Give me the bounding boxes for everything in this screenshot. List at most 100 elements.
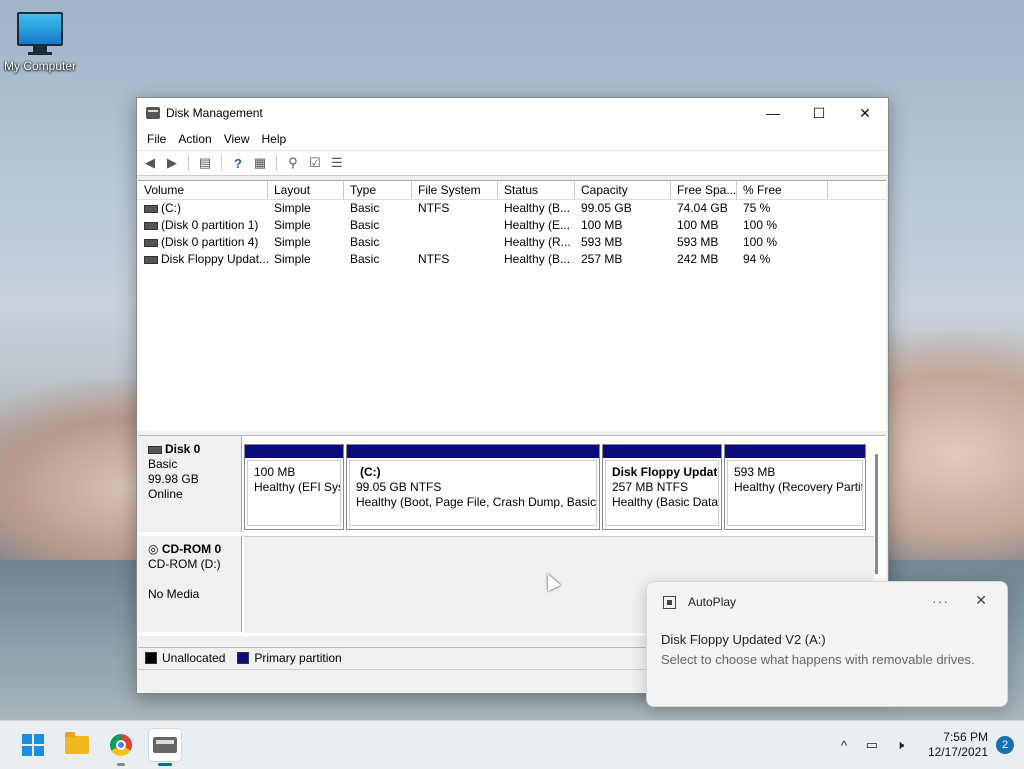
disk0-partitions: 100 MB Healthy (EFI Syst (C:) 99.05 GB N… — [244, 444, 868, 530]
show-hidden-icons-chevron-icon[interactable]: ^ — [832, 738, 856, 753]
network-icon[interactable]: ▭ — [860, 737, 884, 753]
title-bar[interactable]: Disk Management — ☐ ✕ — [137, 98, 888, 128]
cell-volume: (Disk 0 partition 1) — [161, 218, 259, 232]
cell-layout: Simple — [274, 252, 311, 266]
cell-status: Healthy (B... — [504, 201, 571, 215]
partition-status: Healthy (Boot, Page File, Crash Dump, Ba… — [356, 495, 597, 509]
partition-name: (C:) — [360, 465, 381, 479]
maximize-button[interactable]: ☐ — [796, 98, 842, 128]
cell-free: 74.04 GB — [677, 201, 728, 215]
taskbar-chrome[interactable] — [105, 729, 137, 766]
minimize-button[interactable]: — — [750, 98, 796, 128]
cell-fs: NTFS — [418, 201, 450, 215]
legend-primary: Primary partition — [254, 650, 342, 665]
cell-status: Healthy (E... — [504, 218, 571, 232]
volume-muted-icon[interactable]: 🕨 — [888, 737, 912, 753]
cell-fs — [412, 234, 498, 251]
disk0-state: Online — [148, 487, 183, 501]
help-icon[interactable]: ? — [229, 154, 247, 172]
cdrom-label[interactable]: ◎ CD-ROM 0 CD-ROM (D:) No Media — [138, 536, 242, 632]
windows-logo-icon — [22, 734, 44, 756]
vertical-scrollbar[interactable] — [875, 454, 878, 574]
clock-date: 12/17/2021 — [927, 745, 988, 759]
volume-list: Volume Layout Type File System Status Ca… — [138, 180, 886, 431]
connect-disk-icon[interactable]: ⚲ — [284, 154, 302, 172]
disk0-size: 99.98 GB — [148, 472, 199, 486]
cdrom-drive: CD-ROM (D:) — [148, 557, 221, 571]
check-icon[interactable]: ☑ — [306, 154, 324, 172]
partition-size: 100 MB — [254, 465, 296, 479]
disk0-type: Basic — [148, 457, 178, 471]
toast-close-button[interactable]: ✕ — [975, 592, 987, 609]
partition-efi[interactable]: 100 MB Healthy (EFI Syst — [244, 444, 344, 530]
autoplay-notification[interactable]: AutoPlay ··· ✕ Disk Floppy Updated V2 (A… — [646, 581, 1008, 707]
column-status[interactable]: Status — [498, 181, 575, 199]
monitor-icon — [17, 12, 63, 46]
taskbar-file-explorer[interactable] — [61, 729, 93, 761]
cell-layout: Simple — [274, 218, 311, 232]
table-row[interactable]: Disk Floppy Updat... Simple Basic NTFS H… — [138, 251, 886, 268]
menu-file[interactable]: File — [141, 132, 172, 146]
cell-status: Healthy (B... — [504, 252, 571, 266]
menu-action[interactable]: Action — [172, 132, 217, 146]
forward-arrow-icon[interactable]: ▶ — [163, 154, 181, 172]
cell-volume: (C:) — [161, 201, 181, 215]
primary-swatch — [237, 651, 250, 664]
column-volume[interactable]: Volume — [138, 181, 268, 199]
toast-title: Disk Floppy Updated V2 (A:) — [661, 632, 826, 647]
cell-fs: NTFS — [418, 252, 450, 266]
desktop-icon-my-computer[interactable]: My Computer — [2, 10, 78, 73]
window-title: Disk Management — [166, 106, 263, 120]
chrome-icon — [110, 734, 132, 756]
partition-status: Healthy (EFI Syst — [254, 480, 341, 494]
notification-count-badge[interactable]: 2 — [996, 736, 1014, 754]
unallocated-swatch — [145, 651, 157, 664]
disk-icon — [148, 445, 162, 454]
partition-status: Healthy (Recovery Partit — [734, 480, 863, 494]
start-button[interactable] — [17, 729, 49, 761]
column-layout[interactable]: Layout — [268, 181, 344, 199]
back-arrow-icon[interactable]: ◀ — [141, 154, 159, 172]
show-action-pane-icon[interactable]: ▦ — [251, 154, 269, 172]
cell-pct: 100 % — [743, 235, 778, 249]
column-free-space[interactable]: Free Spa... — [671, 181, 737, 199]
table-row[interactable]: (Disk 0 partition 4) Simple Basic Health… — [138, 234, 886, 251]
more-options-button[interactable]: ··· — [932, 593, 949, 609]
table-row[interactable]: (Disk 0 partition 1) Simple Basic Health… — [138, 217, 886, 234]
toolbar: ◀ ▶ ▤ ? ▦ ⚲ ☑ ☰ — [137, 150, 888, 176]
clock[interactable]: 7:56 PM 12/17/2021 — [928, 730, 988, 760]
volume-icon — [144, 255, 158, 264]
cell-capacity: 257 MB — [581, 252, 623, 266]
show-hide-console-tree-icon[interactable]: ▤ — [196, 154, 214, 172]
cell-layout: Simple — [274, 235, 311, 249]
disk0-label[interactable]: Disk 0 Basic 99.98 GB Online — [138, 436, 242, 532]
menu-view[interactable]: View — [218, 132, 256, 146]
partition-size: 257 MB NTFS — [612, 480, 689, 494]
column-type[interactable]: Type — [344, 181, 412, 199]
menu-help[interactable]: Help — [256, 132, 293, 146]
cell-type: Basic — [350, 201, 380, 215]
partition-floppy-update[interactable]: Disk Floppy Update 257 MB NTFS Healthy (… — [602, 444, 722, 530]
volume-icon — [144, 238, 158, 247]
table-row[interactable]: (C:) Simple Basic NTFS Healthy (B... 99.… — [138, 200, 886, 217]
cell-fs — [412, 217, 498, 234]
cell-free: 242 MB — [677, 252, 719, 266]
taskbar: ^ ▭ 🕨 7:56 PM 12/17/2021 2 — [0, 720, 1024, 769]
taskbar-disk-management[interactable] — [149, 729, 181, 766]
cell-pct: 100 % — [743, 218, 778, 232]
column-file-system[interactable]: File System — [412, 181, 498, 199]
partition-c[interactable]: (C:) 99.05 GB NTFS Healthy (Boot, Page F… — [346, 444, 600, 530]
properties-icon[interactable]: ☰ — [328, 154, 346, 172]
cdrom-name: CD-ROM 0 — [161, 542, 222, 556]
folder-icon — [65, 732, 89, 754]
cell-status: Healthy (R... — [504, 235, 571, 249]
close-button[interactable]: ✕ — [842, 98, 888, 128]
partition-recovery[interactable]: 593 MB Healthy (Recovery Partit — [724, 444, 866, 530]
menu-bar: File Action View Help — [137, 128, 888, 150]
cell-capacity: 99.05 GB — [581, 201, 632, 215]
column-capacity[interactable]: Capacity — [575, 181, 671, 199]
legend-unallocated: Unallocated — [162, 650, 226, 665]
cell-type: Basic — [350, 252, 380, 266]
cell-pct: 94 % — [743, 252, 771, 266]
column-percent-free[interactable]: % Free — [737, 181, 828, 199]
